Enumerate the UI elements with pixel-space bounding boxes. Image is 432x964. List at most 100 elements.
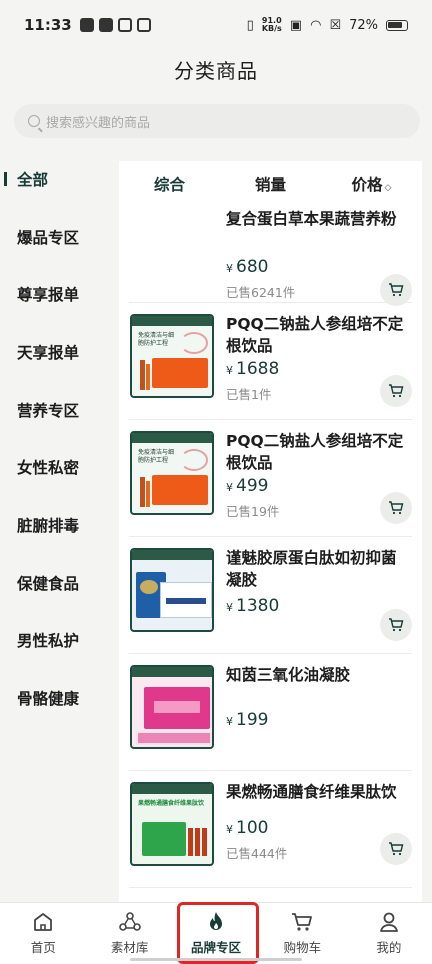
tab-cart[interactable]: 购物车 (259, 903, 345, 964)
sort-tab-comprehensive[interactable]: 综合 (119, 173, 220, 195)
status-time: 11:33 (24, 16, 72, 34)
highlight-annotation (177, 902, 259, 964)
product-title: 复合蛋白草本果蔬营养粉 (226, 210, 397, 228)
tab-label: 我的 (376, 940, 402, 955)
tab-label: 首页 (30, 940, 56, 955)
vibrate-icon: ▯ (246, 17, 254, 33)
search-icon (28, 115, 40, 127)
product-thumbnail (130, 548, 214, 632)
sidebar-item-label: 全部 (17, 170, 49, 189)
product-panel: 综合 销量 价格 ◇ 复合蛋白草本果蔬营养粉 ¥680 已售6241件 免疫清洁与… (119, 161, 422, 902)
add-to-cart-button[interactable] (380, 274, 412, 306)
product-item[interactable]: 知茵三氧化油凝胶 ¥199 (129, 654, 412, 771)
sidebar-item-detox[interactable]: 脏腑排毒 (0, 496, 108, 554)
product-item[interactable]: 免疫清洁与细胞防护工程 PQQ二钠盐人参组培不定根饮品 ¥499 已售19件 (129, 420, 412, 537)
search-input[interactable]: 搜索感兴趣的商品 (14, 104, 420, 138)
product-title: PQQ二钠盐人参组培不定根饮品 (226, 432, 404, 472)
status-bar: 11:33 ▯ 91.0 KB/s ▣ ◠ ☒ 72% (0, 0, 432, 50)
product-sold: 已售1件 (226, 387, 272, 402)
currency-symbol: ¥ (226, 823, 233, 836)
add-to-cart-button[interactable] (380, 492, 412, 524)
sidebar-item-male-care[interactable]: 男性私护 (0, 612, 108, 670)
sidebar-item-label: 尊享报单 (17, 286, 80, 305)
network-speed: 91.0 KB/s (262, 17, 282, 33)
price-value: 100 (236, 818, 269, 838)
price-value: 499 (236, 476, 269, 496)
link-icon (136, 18, 151, 32)
product-item[interactable]: 谨魅胶原蛋白肽如初抑菌凝胶 ¥1380 (129, 537, 412, 654)
sim-icon: ▣ (289, 17, 303, 33)
box-icon (117, 18, 132, 32)
battery-percent: 72% (349, 17, 378, 33)
thumbnail-caption: 果燃畅通膳食纤维果肽饮 (138, 800, 205, 807)
product-price: ¥1380 (226, 596, 279, 616)
tab-home[interactable]: 首页 (0, 903, 86, 964)
currency-symbol: ¥ (226, 262, 233, 275)
price-value: 1380 (236, 596, 280, 616)
page-title: 分类商品 (174, 59, 258, 83)
tab-label: 素材库 (110, 940, 149, 955)
sidebar-item-nutrition[interactable]: 营养专区 (0, 381, 108, 439)
sidebar-item-female-care[interactable]: 女性私密 (0, 438, 108, 496)
product-thumbnail: 免疫清洁与细胞防护工程 (130, 314, 214, 398)
play-icon (98, 18, 113, 32)
currency-symbol: ¥ (226, 481, 233, 494)
sort-tab-price[interactable]: 价格 ◇ (321, 173, 422, 195)
sidebar-item-all[interactable]: 全部 (0, 150, 108, 208)
product-sold: 已售19件 (226, 504, 280, 519)
price-value: 680 (236, 257, 269, 277)
tab-materials[interactable]: 素材库 (86, 903, 172, 964)
cart-icon (389, 501, 404, 515)
currency-symbol: ¥ (226, 364, 233, 377)
product-title: 知茵三氧化油凝胶 (226, 666, 351, 684)
tab-label: 购物车 (283, 940, 322, 955)
product-price: ¥199 (226, 710, 268, 730)
product-thumbnail: 免疫清洁与细胞防护工程 (130, 431, 214, 515)
tab-mine[interactable]: 我的 (346, 903, 432, 964)
sidebar-item-label: 女性私密 (17, 459, 80, 478)
product-item[interactable]: 免疫清洁与细胞防护工程 PQQ二钠盐人参组培不定根饮品 ¥1688 已售1件 (129, 303, 412, 420)
sort-tab-sales[interactable]: 销量 (220, 173, 321, 195)
thumbnail-caption: 免疫清洁与细胞防护工程 (138, 449, 175, 464)
sidebar-item-hot[interactable]: 爆品专区 (0, 208, 108, 266)
category-sidebar: 全部 爆品专区 尊享报单 天享报单 营养专区 女性私密 脏腑排毒 保健食品 男性… (0, 150, 108, 902)
sidebar-item-label: 天享报单 (17, 343, 80, 362)
no-sim-icon: ☒ (329, 17, 342, 33)
product-title: 谨魅胶原蛋白肽如初抑菌凝胶 (226, 549, 397, 589)
product-item[interactable]: 复合蛋白草本果蔬营养粉 ¥680 已售6241件 (129, 202, 412, 306)
status-app-icons (79, 18, 151, 32)
sidebar-item-premium-order[interactable]: 尊享报单 (0, 265, 108, 323)
share-nodes-icon (118, 912, 141, 931)
sidebar-item-bone-health[interactable]: 骨骼健康 (0, 669, 108, 727)
mail-icon (79, 18, 94, 32)
price-value: 199 (236, 710, 269, 730)
currency-symbol: ¥ (226, 715, 233, 728)
product-thumbnail (130, 665, 214, 749)
sidebar-item-label: 保健食品 (17, 574, 80, 593)
sidebar-item-label: 爆品专区 (17, 228, 80, 247)
sidebar-item-label: 男性私护 (17, 632, 80, 651)
product-sold: 已售444件 (226, 846, 288, 861)
sidebar-item-health-food[interactable]: 保健食品 (0, 554, 108, 612)
currency-symbol: ¥ (226, 601, 233, 614)
status-right: ▯ 91.0 KB/s ▣ ◠ ☒ 72% (247, 17, 408, 33)
add-to-cart-button[interactable] (380, 609, 412, 641)
user-icon (379, 912, 398, 932)
battery-icon (386, 19, 408, 31)
wifi-icon: ◠ (310, 17, 322, 33)
sidebar-item-tianxiang-order[interactable]: 天享报单 (0, 323, 108, 381)
price-value: 1688 (236, 359, 280, 379)
sort-arrow-icon: ◇ (384, 183, 392, 193)
product-item[interactable]: 果燃畅通膳食纤维果肽饮 果燃畅通膳食纤维果肽饮 ¥100 已售444件 (129, 771, 412, 888)
product-sold: 已售6241件 (226, 285, 296, 300)
product-thumbnail: 果燃畅通膳食纤维果肽饮 (130, 782, 214, 866)
product-price: ¥1688 (226, 359, 279, 379)
cart-icon (389, 618, 404, 632)
home-indicator (130, 958, 302, 961)
add-to-cart-button[interactable] (380, 833, 412, 865)
sidebar-item-label: 营养专区 (17, 401, 80, 420)
add-to-cart-button[interactable] (380, 375, 412, 407)
product-price: ¥499 (226, 476, 268, 496)
home-icon (34, 913, 53, 931)
product-title: 果燃畅通膳食纤维果肽饮 (226, 783, 397, 801)
